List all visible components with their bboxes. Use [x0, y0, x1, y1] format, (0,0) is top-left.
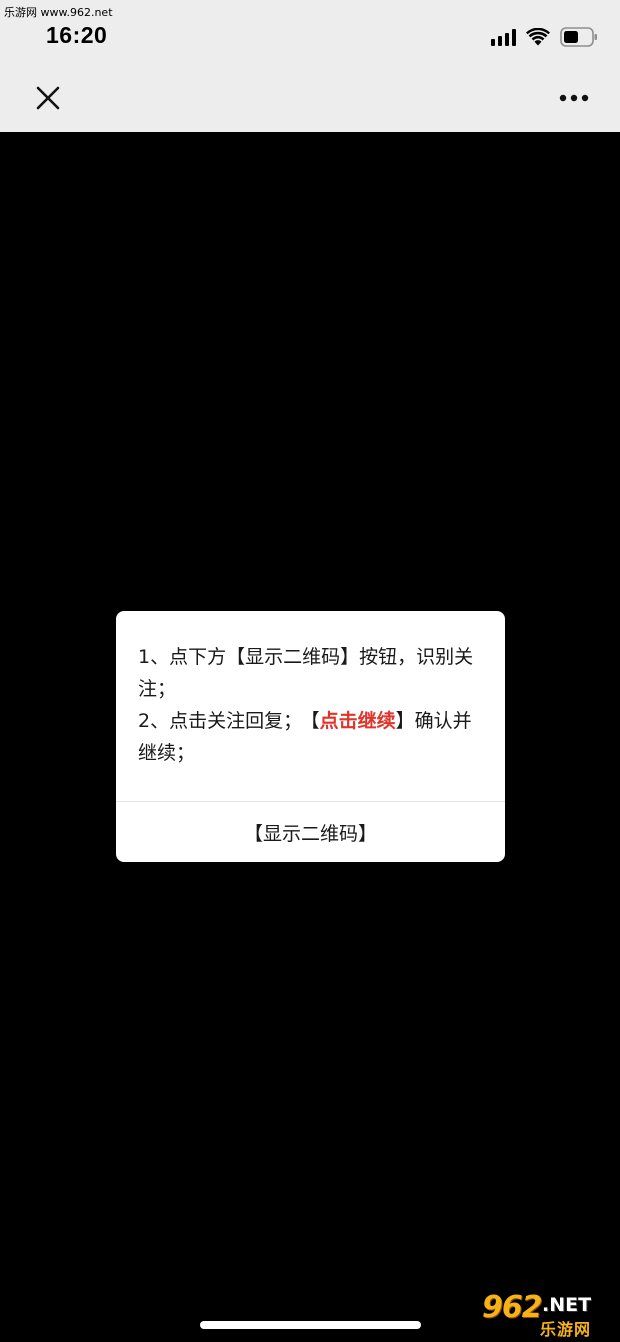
instruction-line-2-prefix: 2、点击关注回复；: [138, 710, 303, 732]
cellular-signal-icon: [491, 28, 516, 46]
top-watermark-text: 乐游网 www.962.net: [4, 6, 113, 19]
wifi-icon: [526, 28, 550, 46]
home-indicator: [200, 1321, 421, 1329]
instruction-line-2: 2、点击关注回复； 【点击继续】确认并继续；: [138, 705, 478, 769]
status-icons: [491, 25, 598, 49]
dialog-instructions: 1、点下方【显示二维码】按钮，识别关注； 2、点击关注回复； 【点击继续】确认并继…: [138, 641, 478, 769]
continue-keyword: 点击继续: [319, 710, 396, 732]
bracket-close: 】: [395, 710, 415, 732]
more-button[interactable]: [558, 86, 590, 110]
watermark-domain: .NET: [542, 1294, 592, 1316]
battery-icon: [560, 27, 598, 47]
watermark-site-name: 乐游网: [540, 1320, 592, 1339]
show-qr-code-button[interactable]: 【显示二维码】: [116, 802, 505, 862]
instruction-line-1: 1、点下方【显示二维码】按钮，识别关注；: [138, 646, 474, 700]
screen: 乐游网 www.962.net 16:20 1、点下方【显示二维码】按钮，识别关…: [0, 0, 620, 1342]
close-icon: [36, 86, 60, 110]
top-header: 乐游网 www.962.net 16:20: [0, 0, 620, 132]
close-button[interactable]: [30, 80, 66, 116]
qr-prompt-dialog: 1、点下方【显示二维码】按钮，识别关注； 2、点击关注回复； 【点击继续】确认并继…: [116, 611, 505, 862]
more-dots-icon: [559, 94, 589, 102]
watermark-logo: 962 .NET 乐游网: [478, 1290, 614, 1339]
status-time: 16:20: [46, 22, 108, 48]
watermark-number: 962: [482, 1290, 543, 1325]
bracket-open: 【: [310, 710, 320, 732]
